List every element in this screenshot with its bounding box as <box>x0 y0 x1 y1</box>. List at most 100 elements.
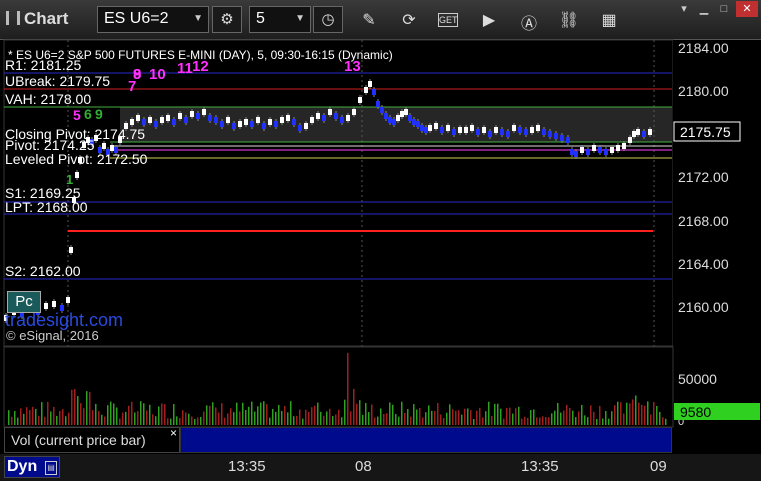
candle <box>598 147 602 153</box>
count-label: 13 <box>344 58 361 75</box>
candle <box>316 113 320 119</box>
volume-bar <box>638 402 640 425</box>
volume-bar <box>659 411 661 425</box>
volume-bar <box>374 417 376 425</box>
candle <box>648 129 652 135</box>
volume-bar <box>113 403 115 425</box>
volume-bar <box>440 414 442 425</box>
volume-bar <box>458 410 460 425</box>
volume-bar <box>554 410 556 425</box>
candle <box>566 137 570 143</box>
volume-bar <box>539 417 541 425</box>
volume-bar <box>209 405 211 425</box>
candle <box>346 115 350 121</box>
dyn-tab[interactable]: Dyn ▤ <box>4 456 60 478</box>
volume-bar <box>521 418 523 425</box>
volume-bar <box>263 401 265 425</box>
candle <box>452 129 456 135</box>
candle <box>322 115 326 121</box>
candle <box>274 121 278 127</box>
candle <box>642 131 646 137</box>
volume-bar <box>41 402 43 425</box>
volume-bar <box>605 411 607 425</box>
volume-bar <box>215 407 217 425</box>
volume-bar <box>575 417 577 425</box>
volume-bar <box>317 402 319 425</box>
volume-bar <box>161 403 163 425</box>
volume-bar <box>602 418 604 425</box>
volume-bar <box>398 416 400 425</box>
candle <box>262 123 266 129</box>
volume-bar <box>467 408 469 425</box>
candle <box>220 121 224 127</box>
volume-bar <box>176 416 178 425</box>
volume-bar <box>146 410 148 425</box>
volume-bar <box>35 408 37 425</box>
volume-bar <box>131 401 133 425</box>
price-axis-label: 2168.00 <box>678 213 729 229</box>
time-label: 13:35 <box>228 458 266 475</box>
volume-bar <box>224 417 226 425</box>
volume-bar <box>242 402 244 425</box>
volume-bar <box>290 401 292 425</box>
volume-bar <box>596 418 598 425</box>
candle <box>554 133 558 139</box>
candle <box>190 111 194 117</box>
candle <box>446 125 450 131</box>
volume-bar <box>608 418 610 425</box>
candle <box>298 125 302 131</box>
volume-bar <box>269 417 271 425</box>
volume-bar <box>287 412 289 425</box>
settings-icon[interactable]: ▤ <box>45 461 57 475</box>
volume-bar <box>185 412 187 425</box>
current-price-label: 2175.75 <box>680 124 731 140</box>
volume-bar <box>644 405 646 425</box>
candle <box>160 117 164 123</box>
time-label: 08 <box>355 458 372 475</box>
candle <box>416 121 420 127</box>
close-volume-study-button[interactable]: × <box>170 426 177 440</box>
volume-bar <box>395 414 397 425</box>
volume-bar <box>551 413 553 425</box>
candle <box>256 117 260 123</box>
volume-bar <box>419 408 421 425</box>
price-chart[interactable]: 2184.00 2180.00 2172.00 2168.00 2164.00 2160.… <box>0 0 761 481</box>
volume-bar <box>14 411 16 425</box>
volume-bar <box>614 405 616 425</box>
candle <box>334 113 338 119</box>
volume-bar <box>8 410 10 425</box>
volume-bar <box>53 406 55 425</box>
candle <box>574 151 578 157</box>
volume-bar <box>434 411 436 425</box>
volume-bar <box>212 402 214 425</box>
volume-bar <box>386 413 388 425</box>
volume-bar <box>569 407 571 425</box>
volume-bar <box>80 403 82 425</box>
volume-bar <box>17 417 19 425</box>
candle <box>548 131 552 137</box>
candle <box>238 121 242 127</box>
volume-bar <box>329 408 331 425</box>
volume-bar <box>230 408 232 425</box>
volume-bar <box>518 406 520 425</box>
volume-bar <box>536 417 538 425</box>
volume-bar <box>461 414 463 425</box>
pc-button[interactable]: Pc <box>7 291 41 313</box>
price-axis-label: 2160.00 <box>678 299 729 315</box>
volume-bar <box>50 411 52 425</box>
current-volume-label: 9580 <box>680 404 711 420</box>
candle <box>424 127 428 133</box>
candle <box>604 149 608 155</box>
volume-bar <box>32 406 34 425</box>
volume-bar <box>182 410 184 425</box>
volume-bar <box>413 404 415 425</box>
volume-bar <box>272 409 274 425</box>
dyn-tab-label: Dyn <box>7 458 38 475</box>
count-label: 5 <box>73 107 81 123</box>
volume-bar <box>431 410 433 425</box>
volume-bar <box>653 401 655 425</box>
volume-bar <box>308 411 310 425</box>
volume-bar <box>404 412 406 425</box>
volume-axis-label-50000: 50000 <box>678 371 717 387</box>
volume-bar <box>128 405 130 425</box>
